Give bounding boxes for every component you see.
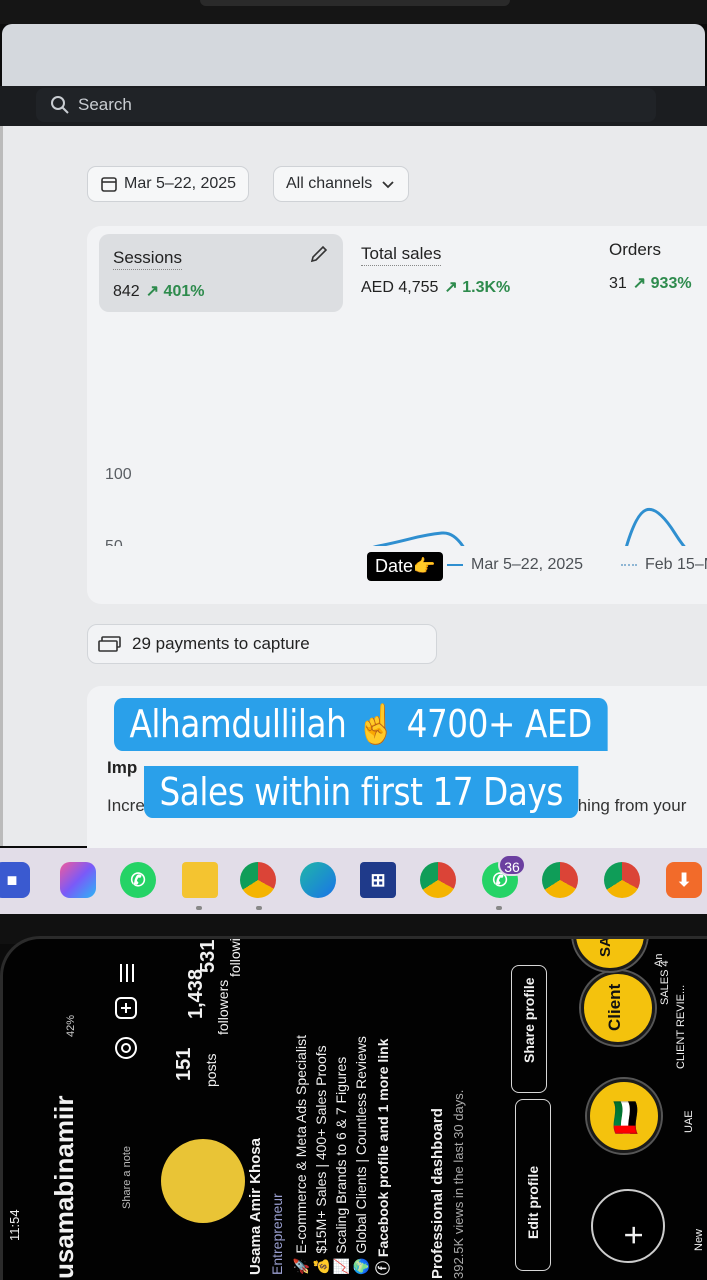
bio-links[interactable]: ⓕ Facebook profile and 1 more link [373, 1039, 393, 1276]
legend-previous[interactable]: Feb 15–M [621, 556, 707, 574]
insight-subtitle: Incre [107, 796, 145, 815]
camera-app-icon[interactable]: ■ [0, 862, 30, 898]
insight-title: Imp [107, 758, 138, 777]
bio-line: 🌍 Global Clients | Countless Reviews [353, 1036, 369, 1275]
bio-line: 📈 Scaling Brands to 6 & 7 Figures [333, 1056, 349, 1275]
microsoft-store-icon[interactable]: ⊞ [360, 862, 396, 898]
client-highlight-art: Client [605, 983, 624, 1031]
notification-app-icon[interactable]: ⬇ [666, 862, 702, 898]
highlight-label: UAE [683, 1110, 695, 1133]
threads-icon[interactable] [113, 1035, 139, 1061]
browser-top-bar [2, 24, 705, 86]
phone-instagram-profile: 11:54 42% usamabinamiir Share a note 151… [0, 936, 707, 1280]
insight-tail-text: thing from your [573, 796, 687, 815]
running-indicator [196, 906, 202, 910]
search-icon [51, 96, 69, 114]
running-indicator [256, 906, 262, 910]
cash-icon [98, 636, 121, 652]
date-range-button[interactable]: Mar 5–22, 2025 [87, 166, 250, 202]
following-label: following [227, 936, 243, 977]
unread-badge: 36 [498, 854, 526, 876]
dashboard-title[interactable]: Professional dashboard [429, 1108, 446, 1279]
highlight-label: An [653, 953, 665, 967]
search-input[interactable]: Search [36, 88, 656, 122]
status-battery: 42% [65, 1014, 77, 1037]
bio-line: 🚀 E-commerce & Meta Ads Specialist [293, 1035, 309, 1275]
file-explorer-icon[interactable] [182, 862, 218, 898]
chevron-down-icon [382, 181, 394, 189]
highlight-label: SALES 4 [659, 960, 671, 1005]
profile-username[interactable]: usamabinamiir [49, 1095, 80, 1279]
legend-previous-label: Feb 15–M [645, 556, 707, 573]
caption-line-2: Sales within first 17 Days [144, 766, 579, 818]
sales-highlight-art: SALES [597, 939, 614, 957]
posts-label: posts [203, 1053, 219, 1087]
chrome-icon-3[interactable] [604, 862, 640, 898]
uae-flag-icon: 🇦🇪 [610, 1100, 641, 1135]
laptop-bezel [0, 0, 707, 24]
whatsapp-icon[interactable]: ✆ [120, 862, 156, 898]
windows-taskbar: ■ ✆ ⊞ ✆ 36 ⬇ [0, 848, 707, 914]
y-tick-label: 100 [105, 466, 132, 483]
payments-label: 29 payments to capture [132, 634, 310, 653]
edge-icon[interactable] [300, 862, 336, 898]
following-count[interactable]: 531 [197, 940, 220, 973]
photo-stage: Search Mar 5–22, 2025 All channels Sessi… [0, 0, 707, 1280]
payments-to-capture-button[interactable]: 29 payments to capture [87, 624, 437, 664]
channel-label: All channels [286, 175, 373, 192]
calendar-icon [101, 177, 117, 192]
chrome-icon[interactable] [240, 862, 276, 898]
sessions-line-chart: 100500Mar 5Mar 7Mar 9Mar 11Mar 13 [105, 466, 686, 546]
search-label: Search [78, 95, 132, 114]
channel-select[interactable]: All channels [273, 166, 410, 202]
menu-icon[interactable] [115, 961, 139, 985]
profile-full-name: Usama Amir Khosa [247, 1138, 264, 1275]
followers-count[interactable]: 1,438 [185, 969, 208, 1019]
legend-current[interactable]: Mar 5–22, 2025 [447, 556, 583, 574]
highlight-label: CLIENT REVIE... [675, 984, 687, 1069]
share-profile-label: Share profile [521, 977, 537, 1063]
series-line-current [372, 507, 686, 546]
highlight-label: New [693, 1228, 705, 1251]
avatar[interactable] [161, 1139, 245, 1223]
chrome-profile-icon[interactable] [420, 862, 456, 898]
status-time: 11:54 [7, 1209, 22, 1241]
admin-top-bar: Search [0, 86, 707, 126]
legend-swatch-previous [621, 564, 637, 566]
legend-current-label: Mar 5–22, 2025 [471, 556, 584, 573]
running-indicator [496, 906, 502, 910]
bio-line: 💰 $15M+ Sales | 400+ Sales Proofs [313, 1045, 329, 1275]
dashboard-subtitle: 392.5K views in the last 30 days. [451, 1089, 466, 1279]
bezel-notch [200, 0, 510, 6]
profile-category: Entrepreneur [269, 1193, 285, 1275]
analytics-card: Sessions 842 ↗ 401% Total sales AED 4,755… [87, 226, 707, 604]
add-post-icon[interactable] [113, 995, 139, 1021]
date-range-label: Mar 5–22, 2025 [124, 175, 237, 192]
date-legend-tag: Date👉 [367, 552, 444, 581]
caption-line-1: Alhamdullilah ☝️ 4700+ AED [114, 698, 608, 751]
copilot-icon[interactable] [60, 862, 96, 898]
share-note-label[interactable]: Share a note [121, 1146, 133, 1209]
y-tick-label: 50 [105, 538, 123, 546]
edit-profile-label: Edit profile [525, 1165, 541, 1239]
posts-count[interactable]: 151 [173, 1048, 196, 1081]
chrome-icon-2[interactable] [542, 862, 578, 898]
plus-icon: + [615, 1225, 653, 1245]
legend-swatch-current [447, 564, 463, 566]
followers-label: followers [215, 979, 231, 1035]
